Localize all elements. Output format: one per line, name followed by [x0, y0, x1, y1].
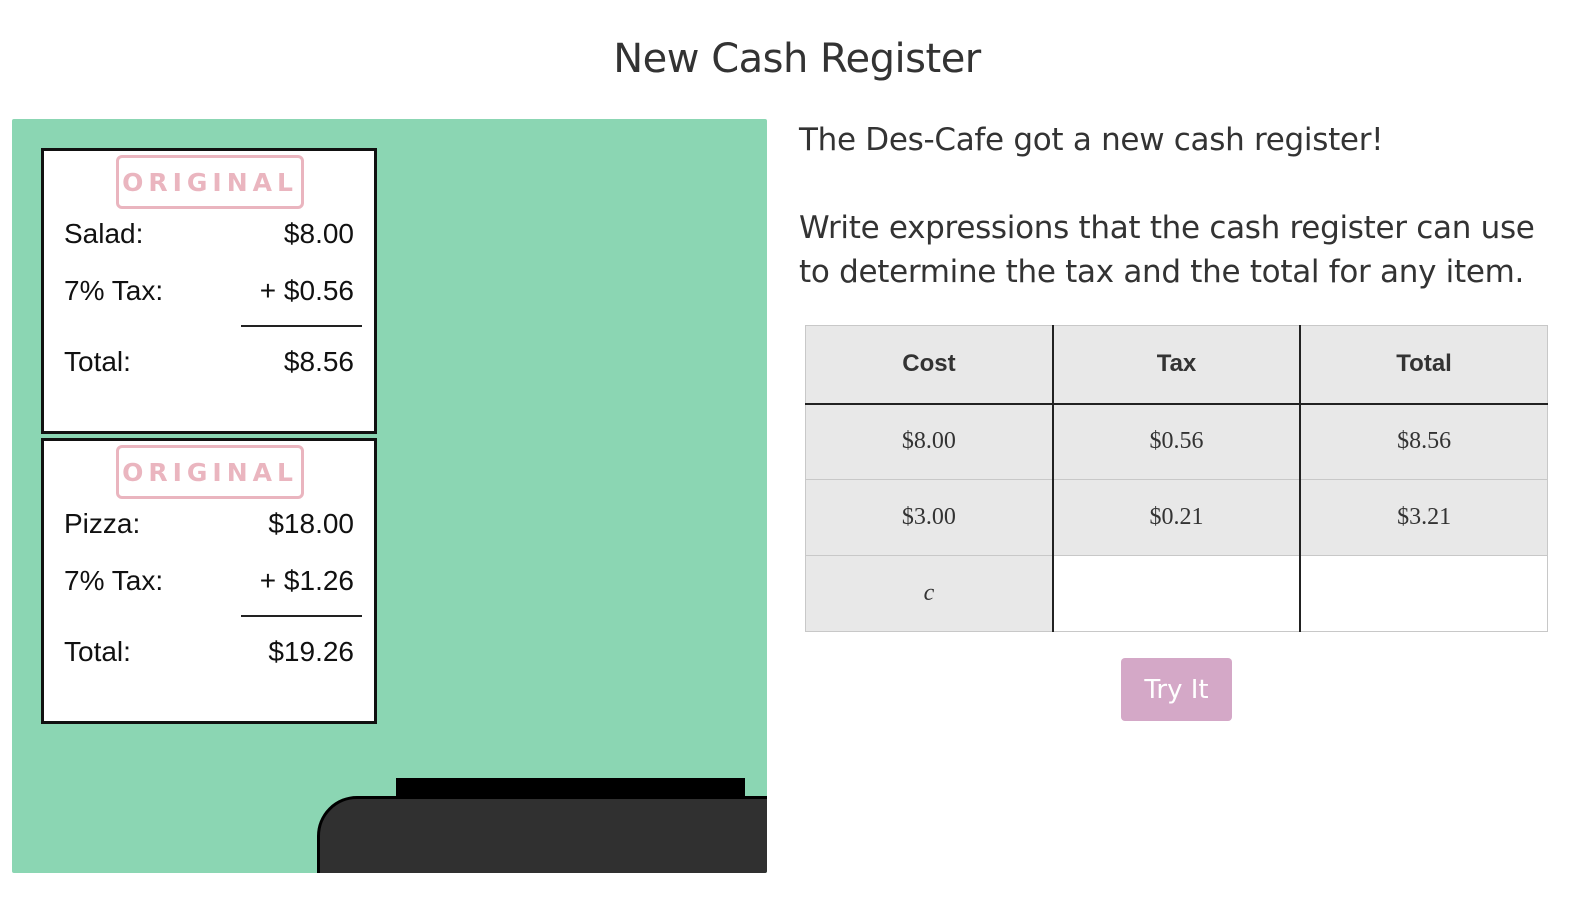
tax-expression-input[interactable]	[1051, 555, 1301, 632]
receipt-pizza: ORIGINAL Pizza: $18.00 7% Tax: + $1.26 T…	[41, 438, 377, 724]
cell-tax: $0.21	[1051, 479, 1301, 556]
sum-rule	[241, 325, 362, 327]
item-price: $18.00	[268, 508, 354, 539]
tax-value: + $1.26	[259, 565, 354, 596]
tax-label: 7% Tax:	[64, 565, 164, 596]
receipt-total-line: Total: $19.26	[64, 636, 354, 668]
receipts-illustration: ORIGINAL Salad: $8.00 7% Tax: + $0.56 To…	[12, 119, 767, 873]
total-value: $8.56	[283, 346, 354, 377]
cell-total: $8.56	[1299, 403, 1549, 480]
original-stamp: ORIGINAL	[116, 445, 304, 499]
receipt-item-line: Salad: $8.00	[64, 218, 354, 250]
cell-total: $3.21	[1299, 479, 1549, 556]
receipt-item-line: Pizza: $18.00	[64, 508, 354, 540]
prompt-instructions: Write expressions that the cash register…	[799, 210, 1535, 290]
receipt-total-line: Total: $8.56	[64, 346, 354, 378]
expression-table: Cost Tax Total $8.00 $0.56 $8.56 $3.00 $…	[804, 325, 1549, 632]
try-it-button[interactable]: Try It	[1121, 658, 1232, 721]
total-label: Total:	[64, 636, 131, 667]
tax-value: + $0.56	[259, 275, 354, 306]
table-row: $3.00 $0.21 $3.21	[804, 479, 1549, 556]
receipt-tax-line: 7% Tax: + $0.56	[64, 275, 354, 307]
header-cost: Cost	[804, 325, 1054, 405]
cell-tax: $0.56	[1051, 403, 1301, 480]
item-label: Pizza:	[64, 508, 141, 539]
item-price: $8.00	[283, 218, 354, 249]
cell-cost: $8.00	[804, 403, 1054, 480]
cash-register	[317, 796, 767, 873]
header-tax: Tax	[1051, 325, 1301, 405]
table-row: $8.00 $0.56 $8.56	[804, 403, 1549, 480]
total-value: $19.26	[268, 636, 354, 667]
table-input-row: c	[804, 555, 1549, 632]
total-expression-input[interactable]	[1299, 555, 1549, 632]
cell-cost: $3.00	[804, 479, 1054, 556]
tax-label: 7% Tax:	[64, 275, 164, 306]
prompt-intro: The Des-Cafe got a new cash register!	[799, 122, 1384, 158]
receipt-salad: ORIGINAL Salad: $8.00 7% Tax: + $0.56 To…	[41, 148, 377, 434]
header-total: Total	[1299, 325, 1549, 405]
cell-cost-variable: c	[804, 555, 1054, 632]
item-label: Salad:	[64, 218, 144, 249]
table-header-row: Cost Tax Total	[804, 325, 1549, 405]
total-label: Total:	[64, 346, 131, 377]
page-title: New Cash Register	[613, 36, 981, 82]
receipt-tax-line: 7% Tax: + $1.26	[64, 565, 354, 597]
original-stamp: ORIGINAL	[116, 155, 304, 209]
sum-rule	[241, 615, 362, 617]
